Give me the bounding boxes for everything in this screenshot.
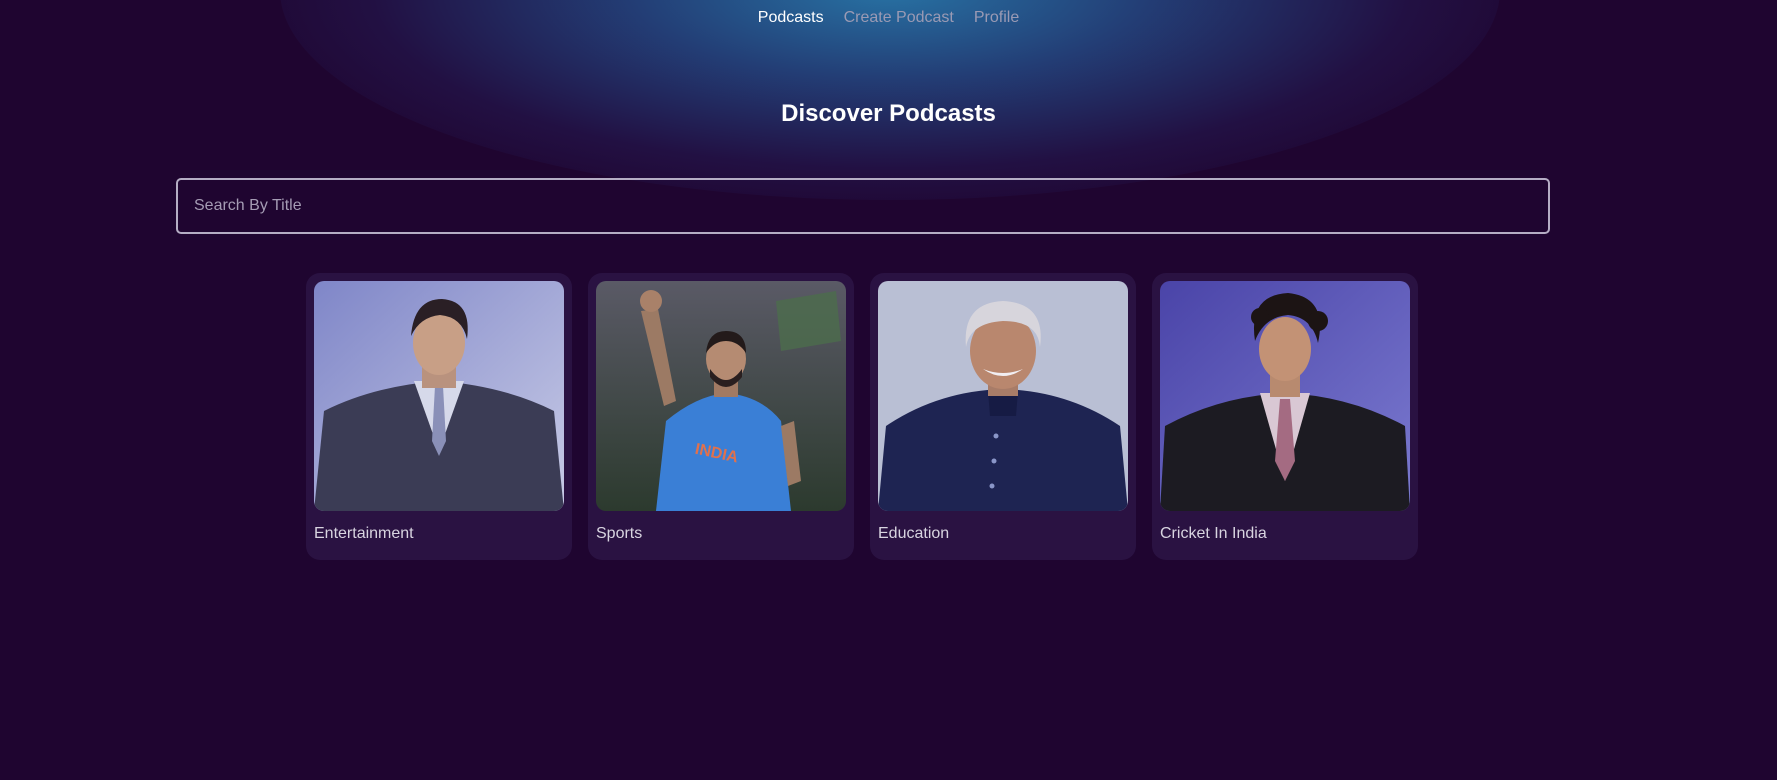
nav-podcasts[interactable]: Podcasts <box>758 9 824 27</box>
podcast-card-entertainment[interactable]: Entertainment <box>306 273 572 560</box>
podcast-card-label: Education <box>878 525 950 542</box>
podcast-thumbnail <box>878 281 1128 511</box>
podcast-card-label: Cricket In India <box>1160 525 1267 542</box>
podcast-thumbnail <box>1160 281 1410 511</box>
top-nav: Podcasts Create Podcast Profile <box>0 9 1777 27</box>
podcast-card-cricket-in-india[interactable]: Cricket In India <box>1152 273 1418 560</box>
page-title: Discover Podcasts <box>781 100 996 127</box>
podcast-card-label: Entertainment <box>314 525 414 542</box>
search-input[interactable] <box>176 178 1550 234</box>
podcast-card-label: Sports <box>596 525 643 542</box>
podcast-card-sports[interactable]: INDIA Sports <box>588 273 854 560</box>
podcast-card-education[interactable]: Education <box>870 273 1136 560</box>
nav-create-podcast[interactable]: Create Podcast <box>844 9 954 27</box>
podcast-grid: Entertainment INDIA Sports Education Cri… <box>306 273 1418 560</box>
podcast-thumbnail: INDIA <box>596 281 846 511</box>
podcast-thumbnail <box>314 281 564 511</box>
nav-profile[interactable]: Profile <box>974 9 1019 27</box>
